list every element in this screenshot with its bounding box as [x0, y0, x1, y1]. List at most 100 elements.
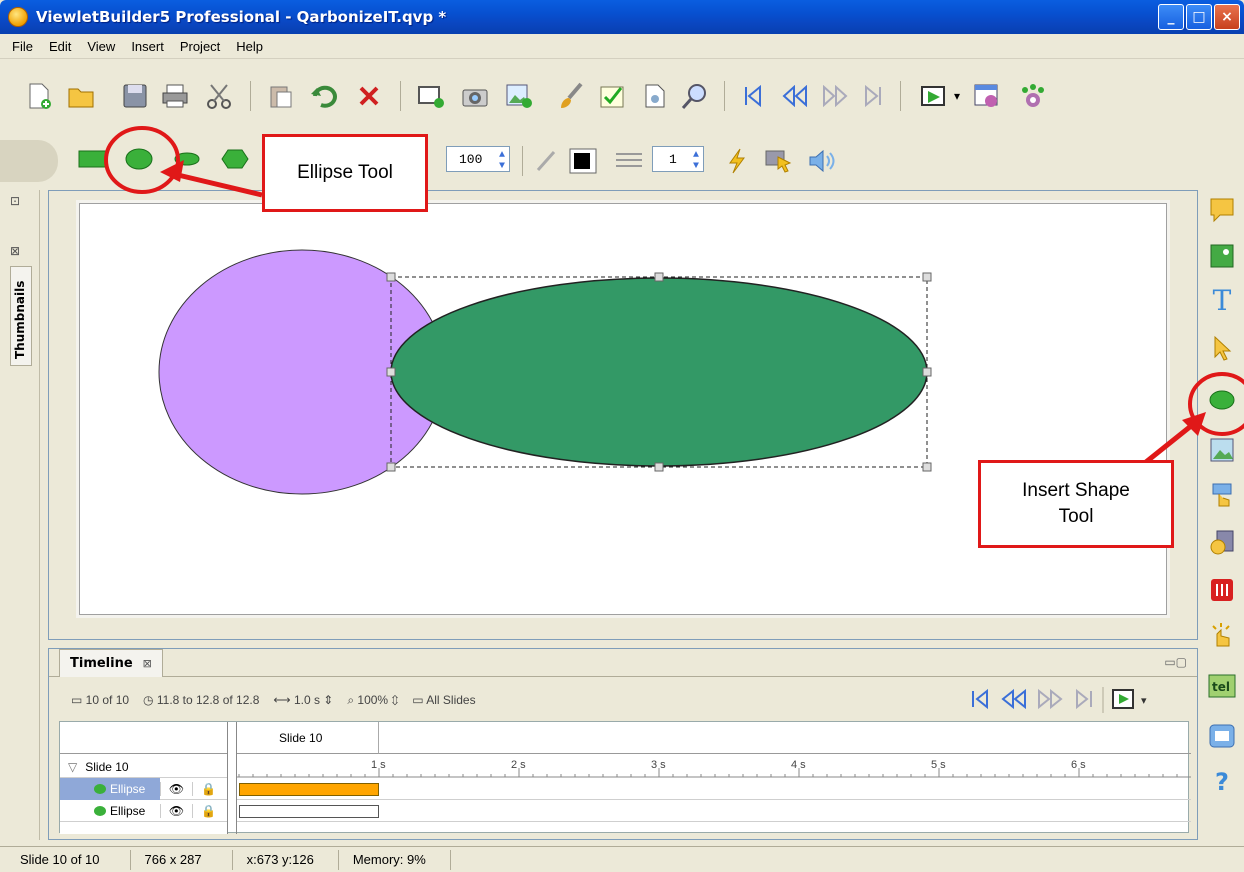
tel-icon[interactable]: tel: [1208, 672, 1236, 700]
film-reel-icon[interactable]: [1208, 528, 1236, 556]
zoom-control[interactable]: ⌕ 100% ⇕: [347, 693, 398, 708]
rectangle-tool-icon[interactable]: [78, 144, 108, 174]
insert-shape-callout: Insert Shape Tool: [978, 460, 1174, 548]
cursor-highlight-icon[interactable]: [764, 146, 794, 176]
click-zone-icon[interactable]: [1208, 622, 1236, 650]
ruler-label: 1 s: [371, 759, 386, 771]
menu-help[interactable]: Help: [228, 39, 271, 54]
spinner-arrows-icon[interactable]: ▲ ▼: [693, 150, 699, 172]
insert-image-icon[interactable]: [1208, 436, 1236, 464]
play-preview-icon[interactable]: [920, 81, 950, 111]
timeline-bar[interactable]: [239, 805, 379, 818]
time-range-indicator: ◷ 11.8 to 12.8 of 12.8: [143, 693, 259, 708]
visibility-eye-icon[interactable]: 👁: [160, 803, 192, 818]
menu-edit[interactable]: Edit: [41, 39, 79, 54]
tl-rewind-icon[interactable]: [1001, 688, 1026, 710]
timeline-tab[interactable]: Timeline ⊠: [59, 648, 163, 677]
print-icon[interactable]: [160, 81, 190, 111]
text-tool-icon[interactable]: T: [1208, 284, 1236, 317]
import-image-icon[interactable]: [504, 81, 534, 111]
speech-bubble-icon[interactable]: [1208, 196, 1236, 224]
ellipse-tool-icon[interactable]: [124, 144, 154, 174]
email-icon[interactable]: [1208, 722, 1236, 750]
menu-file[interactable]: File: [4, 39, 41, 54]
canvas-shapes: [158, 249, 932, 495]
insert-shape-icon[interactable]: [1208, 386, 1236, 414]
slide-canvas[interactable]: [79, 203, 1167, 615]
thumbnails-tab-label: Thumbnails: [13, 280, 27, 359]
tl-last-icon[interactable]: [1076, 688, 1092, 710]
timeline-close-icon[interactable]: ⊠: [143, 657, 152, 670]
lock-icon[interactable]: 🔒: [192, 803, 224, 818]
layer-name-cell[interactable]: Ellipse: [60, 800, 160, 822]
slide-row[interactable]: ▽ Slide 10: [60, 756, 227, 778]
tab-thumbnails[interactable]: Thumbnails: [10, 266, 32, 366]
check-publish-icon[interactable]: [598, 81, 628, 111]
rounded-shape-tool-icon[interactable]: [172, 144, 202, 174]
line-color-icon[interactable]: [568, 146, 598, 176]
paw-icon[interactable]: [1018, 81, 1048, 111]
spinner-arrows-icon[interactable]: ▲ ▼: [499, 150, 505, 172]
layer-row-selected[interactable]: Ellipse 👁 🔒: [60, 777, 227, 800]
collapse-triangle-icon[interactable]: ▽: [68, 760, 77, 774]
visibility-eye-icon[interactable]: 👁: [160, 781, 192, 796]
lightning-icon[interactable]: [722, 146, 752, 176]
line-style-icon[interactable]: [614, 146, 644, 176]
zoom-icon[interactable]: [680, 81, 710, 111]
camera-icon[interactable]: [460, 81, 490, 111]
first-slide-icon[interactable]: [738, 81, 768, 111]
menu-view[interactable]: View: [79, 39, 123, 54]
ruler-label: 3 s: [651, 759, 666, 771]
help-icon[interactable]: ?: [1208, 768, 1236, 796]
paint-brush-icon[interactable]: [556, 81, 586, 111]
all-slides-toggle[interactable]: ▭ All Slides: [412, 693, 475, 708]
pencil-icon[interactable]: [532, 146, 562, 176]
button-tool-icon[interactable]: [1208, 482, 1236, 510]
undo-icon[interactable]: [310, 81, 340, 111]
menu-project[interactable]: Project: [172, 39, 228, 54]
cut-icon[interactable]: [204, 81, 234, 111]
polygon-tool-icon[interactable]: [220, 144, 250, 174]
lock-icon[interactable]: 🔒: [192, 781, 224, 796]
green-ellipse[interactable]: [390, 277, 928, 467]
layer-name-cell[interactable]: Ellipse: [60, 777, 160, 800]
menu-insert[interactable]: Insert: [123, 39, 172, 54]
maximize-button[interactable]: □: [1186, 4, 1212, 30]
speaker-icon[interactable]: [808, 146, 838, 176]
rewind-icon[interactable]: [780, 81, 810, 111]
restore-panel-icon[interactable]: ⊡: [10, 194, 20, 208]
document-preview-icon[interactable]: [640, 81, 670, 111]
left-side-panel: ⊡ ⊠ Thumbnails: [2, 190, 40, 840]
delete-icon[interactable]: [354, 81, 384, 111]
line-width-spinner[interactable]: 1 ▲ ▼: [652, 146, 704, 172]
timeline-minmax-icon[interactable]: ▭▢: [1164, 655, 1187, 669]
tl-play-icon[interactable]: [1112, 689, 1134, 709]
ruler-label: 5 s: [931, 759, 946, 771]
slide-row-label: Slide 10: [85, 759, 129, 774]
duration-control[interactable]: ⟷ 1.0 s ⇕: [273, 693, 333, 708]
open-folder-icon[interactable]: [66, 81, 96, 111]
status-slide: Slide 10 of 10: [0, 849, 131, 870]
timeline-bar-selected[interactable]: [239, 783, 379, 796]
publish-window-icon[interactable]: [972, 81, 1002, 111]
picture-callout-icon[interactable]: [1208, 242, 1236, 270]
pointer-tool-icon[interactable]: [1208, 334, 1236, 362]
opacity-spinner[interactable]: 100 ▲ ▼: [446, 146, 510, 172]
tl-first-icon[interactable]: [972, 688, 988, 710]
minimize-button[interactable]: _: [1158, 4, 1184, 30]
timeline-slide-header-label: Slide 10: [279, 730, 323, 745]
tl-forward-icon[interactable]: [1038, 688, 1063, 710]
layer-row[interactable]: Ellipse 👁 🔒: [60, 800, 227, 822]
play-dropdown-icon[interactable]: ▾: [950, 81, 964, 111]
timeline-slide-header[interactable]: Slide 10: [237, 722, 379, 754]
fast-forward-icon[interactable]: [820, 81, 850, 111]
time-range-text: 11.8 to 12.8 of 12.8: [156, 693, 260, 707]
close-button[interactable]: ×: [1214, 4, 1240, 30]
flash-red-icon[interactable]: [1208, 576, 1236, 604]
paste-icon[interactable]: [266, 81, 296, 111]
save-icon[interactable]: [120, 81, 150, 111]
new-file-icon[interactable]: [24, 81, 54, 111]
last-slide-icon[interactable]: [858, 81, 888, 111]
close-panel-icon[interactable]: ⊠: [10, 244, 20, 258]
new-slide-icon[interactable]: [416, 81, 446, 111]
